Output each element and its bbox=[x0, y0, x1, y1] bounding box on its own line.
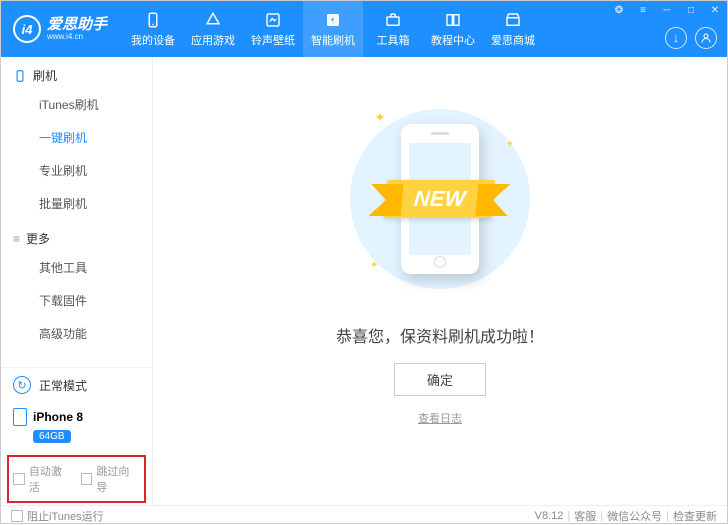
maximize-icon[interactable]: □ bbox=[679, 1, 703, 19]
tab-label: 智能刷机 bbox=[311, 32, 355, 48]
tab-tutorial[interactable]: 教程中心 bbox=[423, 1, 483, 57]
minimize-icon[interactable]: ─ bbox=[655, 1, 679, 19]
flash-icon bbox=[324, 11, 342, 29]
tab-label: 工具箱 bbox=[377, 32, 410, 48]
tab-my-device[interactable]: 我的设备 bbox=[123, 1, 183, 57]
support-link[interactable]: 客服 bbox=[574, 508, 596, 524]
view-log-link[interactable]: 查看日志 bbox=[418, 410, 462, 426]
tab-store[interactable]: 爱思商城 bbox=[483, 1, 543, 57]
sidebar-group-flash: 刷机 bbox=[1, 57, 152, 88]
mode-row[interactable]: ↻ 正常模式 bbox=[1, 368, 152, 402]
window-controls: ❂ ≡ ─ □ ✕ bbox=[607, 1, 727, 19]
tab-label: 应用游戏 bbox=[191, 32, 235, 48]
close-icon[interactable]: ✕ bbox=[703, 1, 727, 19]
sidebar-item-oneclick[interactable]: 一键刷机 bbox=[1, 121, 152, 154]
new-ribbon: NEW bbox=[385, 180, 496, 218]
header-right: ↓ bbox=[665, 27, 717, 49]
checkbox-label: 跳过向导 bbox=[96, 463, 140, 495]
sidebar-group-label: 刷机 bbox=[33, 67, 57, 84]
main-tabs: 我的设备 应用游戏 铃声壁纸 智能刷机 工具箱 教程中心 爱思商城 bbox=[123, 1, 543, 57]
checkbox-icon bbox=[13, 473, 25, 485]
logo-url: www.i4.cn bbox=[47, 33, 107, 41]
toolbox-icon bbox=[384, 11, 402, 29]
sidebar-item-other[interactable]: 其他工具 bbox=[1, 251, 152, 284]
tshirt-icon[interactable]: ❂ bbox=[607, 1, 631, 19]
sidebar-item-advanced[interactable]: 高级功能 bbox=[1, 317, 152, 350]
device-row[interactable]: iPhone 8 64GB bbox=[1, 402, 152, 453]
book-icon bbox=[444, 11, 462, 29]
sidebar: 刷机 iTunes刷机 一键刷机 专业刷机 批量刷机 ≡ 更多 其他工具 下载固… bbox=[1, 57, 153, 505]
phone-mini-icon bbox=[13, 69, 27, 83]
footer: 阻止iTunes运行 V8.12 | 客服 | 微信公众号 | 检查更新 bbox=[1, 505, 727, 525]
hamburger-icon: ≡ bbox=[13, 232, 20, 246]
app-logo: i4 爱思助手 www.i4.cn bbox=[1, 15, 119, 43]
device-icon bbox=[13, 408, 27, 426]
tab-label: 教程中心 bbox=[431, 32, 475, 48]
tab-label: 我的设备 bbox=[131, 32, 175, 48]
sidebar-item-itunes[interactable]: iTunes刷机 bbox=[1, 88, 152, 121]
auto-activate-checkbox[interactable]: 自动激活 bbox=[13, 463, 73, 495]
sidebar-group-more: ≡ 更多 bbox=[1, 220, 152, 251]
tab-label: 爱思商城 bbox=[491, 32, 535, 48]
mode-label: 正常模式 bbox=[39, 377, 87, 394]
storage-badge: 64GB bbox=[33, 430, 71, 443]
tab-toolbox[interactable]: 工具箱 bbox=[363, 1, 423, 57]
main-content: ✦ ✦ ✦ NEW 恭喜您，保资料刷机成功啦！ 确定 查看日志 bbox=[153, 57, 727, 505]
sidebar-group-label: 更多 bbox=[26, 230, 50, 247]
wechat-link[interactable]: 微信公众号 bbox=[607, 508, 662, 524]
download-button[interactable]: ↓ bbox=[665, 27, 687, 49]
checkbox-row: 自动激活 跳过向导 bbox=[7, 455, 146, 503]
checkbox-label: 阻止iTunes运行 bbox=[27, 508, 104, 524]
tab-ring-wall[interactable]: 铃声壁纸 bbox=[243, 1, 303, 57]
apps-icon bbox=[204, 11, 222, 29]
store-icon bbox=[504, 11, 522, 29]
success-message: 恭喜您，保资料刷机成功啦！ bbox=[336, 323, 544, 347]
checkbox-icon bbox=[11, 510, 23, 522]
update-link[interactable]: 检查更新 bbox=[673, 508, 717, 524]
tab-app-games[interactable]: 应用游戏 bbox=[183, 1, 243, 57]
refresh-icon: ↻ bbox=[13, 376, 31, 394]
success-illustration: ✦ ✦ ✦ NEW bbox=[340, 99, 540, 299]
phone-icon bbox=[144, 11, 162, 29]
checkbox-icon bbox=[81, 473, 93, 485]
skip-wizard-checkbox[interactable]: 跳过向导 bbox=[81, 463, 141, 495]
logo-icon: i4 bbox=[13, 15, 41, 43]
header: i4 爱思助手 www.i4.cn 我的设备 应用游戏 铃声壁纸 智能刷机 工具… bbox=[1, 1, 727, 57]
version-label: V8.12 bbox=[535, 510, 564, 522]
user-button[interactable] bbox=[695, 27, 717, 49]
media-icon bbox=[264, 11, 282, 29]
logo-title: 爱思助手 bbox=[47, 17, 107, 33]
menu-icon[interactable]: ≡ bbox=[631, 1, 655, 19]
tab-label: 铃声壁纸 bbox=[251, 32, 295, 48]
sidebar-item-batch[interactable]: 批量刷机 bbox=[1, 187, 152, 220]
tab-smart-flash[interactable]: 智能刷机 bbox=[303, 1, 363, 57]
ok-button[interactable]: 确定 bbox=[394, 363, 486, 396]
checkbox-label: 自动激活 bbox=[29, 463, 73, 495]
sidebar-item-firmware[interactable]: 下载固件 bbox=[1, 284, 152, 317]
device-name: iPhone 8 bbox=[33, 410, 83, 424]
block-itunes-checkbox[interactable]: 阻止iTunes运行 bbox=[11, 508, 104, 524]
sidebar-item-pro[interactable]: 专业刷机 bbox=[1, 154, 152, 187]
